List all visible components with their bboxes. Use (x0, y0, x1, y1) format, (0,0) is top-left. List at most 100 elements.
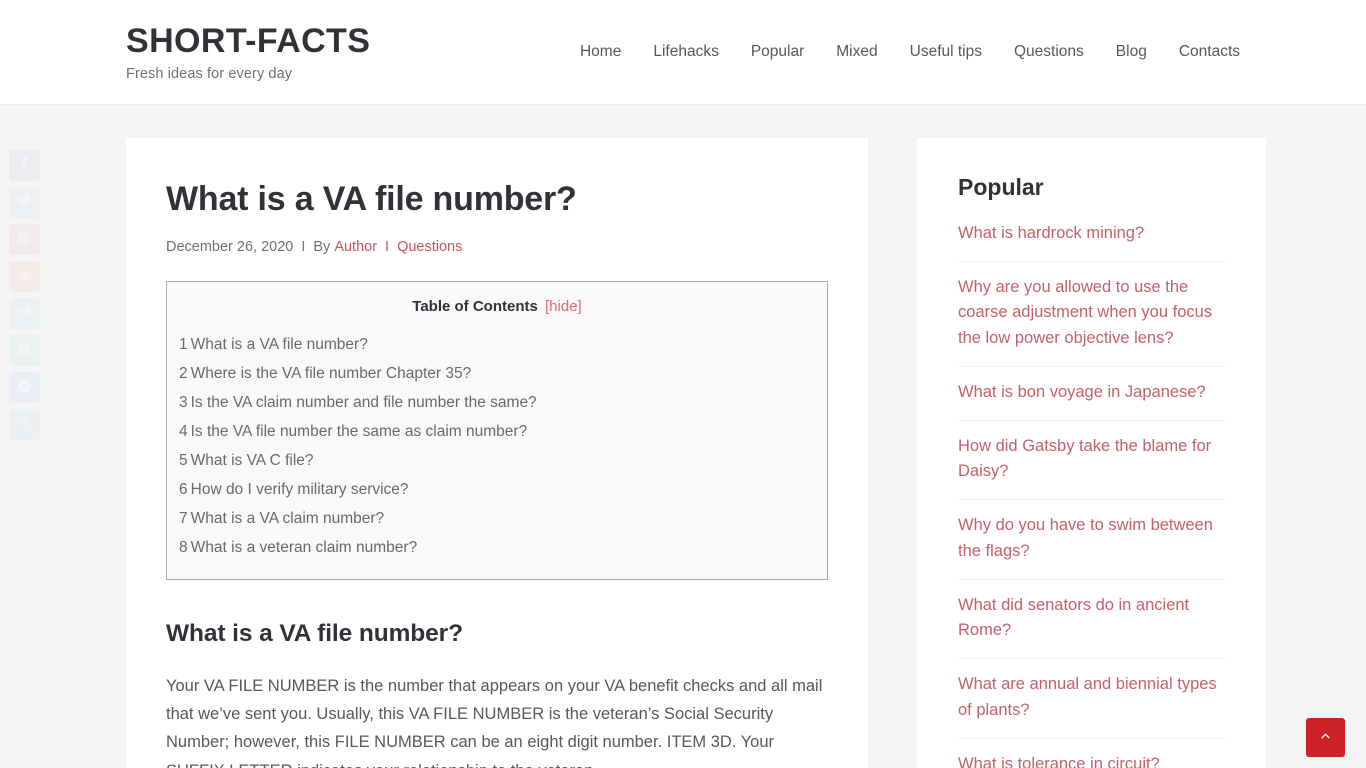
share-more-button[interactable] (9, 409, 40, 440)
toc-link[interactable]: 2 Where is the VA file number Chapter 35? (179, 365, 471, 382)
nav-link-home[interactable]: Home (564, 35, 637, 69)
twitter-icon (17, 193, 32, 213)
toc-item[interactable]: 5 What is VA C file? (179, 451, 815, 471)
toc-item-number: 4 (179, 422, 188, 440)
toc-item-number: 1 (179, 335, 188, 353)
author-link[interactable]: Author (334, 239, 377, 255)
toc-item-number: 3 (179, 393, 188, 411)
toc-item-label: What is a veteran claim number? (190, 539, 418, 557)
toc-link[interactable]: 5 What is VA C file? (179, 452, 314, 469)
toc-link[interactable]: 4 Is the VA file number the same as claim… (179, 423, 527, 440)
toc-link[interactable]: 1 What is a VA file number? (179, 336, 368, 353)
toc-link[interactable]: 8 What is a veteran claim number? (179, 539, 417, 556)
category-link[interactable]: Questions (397, 239, 462, 255)
toc-item-label: Is the VA claim number and file number t… (190, 393, 537, 411)
messenger-icon (17, 378, 32, 398)
toc-title: Table of Contents [hide] (179, 298, 815, 315)
primary-navigation[interactable]: Home Lifehacks Popular Mixed Useful tips… (564, 35, 1240, 69)
toc-link[interactable]: 6 How do I verify military service? (179, 481, 409, 498)
share-pinterest-button[interactable] (9, 224, 40, 255)
nav-link-mixed[interactable]: Mixed (820, 35, 893, 69)
list-item[interactable]: How did Gatsby take the blame for Daisy? (958, 434, 1225, 501)
nav-item-contacts[interactable]: Contacts (1163, 35, 1240, 69)
article-paragraph: Your VA FILE NUMBER is the number that a… (166, 676, 823, 768)
toc-item-number: 2 (179, 364, 188, 382)
toc-link[interactable]: 7 What is a VA claim number? (179, 510, 384, 527)
nav-link-useful-tips[interactable]: Useful tips (894, 35, 998, 69)
toc-item-label: What is a VA claim number? (190, 510, 385, 528)
list-item[interactable]: What is tolerance in circuit? (958, 752, 1225, 768)
page-wrapper: What is a VA file number? December 26, 2… (113, 105, 1266, 768)
toc-item[interactable]: 6 How do I verify military service? (179, 480, 815, 500)
popular-link[interactable]: How did Gatsby take the blame for Daisy? (958, 434, 1225, 485)
share-twitter-button[interactable] (9, 187, 40, 218)
nav-item-home[interactable]: Home (564, 35, 637, 69)
toc-item-label: How do I verify military service? (190, 481, 409, 499)
toc-item[interactable]: 1 What is a VA file number? (179, 335, 815, 355)
whatsapp-icon (17, 341, 32, 361)
social-share-rail (9, 150, 40, 440)
popular-widget-title: Popular (958, 174, 1044, 200)
list-item[interactable]: What is bon voyage in Japanese? (958, 380, 1225, 421)
telegram-icon (17, 304, 32, 324)
share-messenger-button[interactable] (9, 372, 40, 403)
list-item[interactable]: Why are you allowed to use the coarse ad… (958, 275, 1225, 367)
nav-list: Home Lifehacks Popular Mixed Useful tips… (564, 35, 1240, 69)
toc-item[interactable]: 2 Where is the VA file number Chapter 35? (179, 364, 815, 384)
popular-link[interactable]: What is tolerance in circuit? (958, 752, 1225, 768)
nav-link-questions[interactable]: Questions (998, 35, 1100, 69)
toc-item-label: What is VA C file? (190, 452, 314, 470)
list-item[interactable]: What is hardrock mining? (958, 221, 1225, 262)
toc-hide-toggle[interactable]: [hide] (545, 298, 582, 315)
table-of-contents: Table of Contents [hide] 1 What is a VA f… (166, 280, 828, 580)
popular-link[interactable]: What is hardrock mining? (958, 221, 1225, 247)
chevron-up-icon (1319, 730, 1332, 746)
toc-item-label: What is a VA file number? (190, 335, 368, 353)
popular-link[interactable]: What are annual and biennial types of pl… (958, 672, 1225, 723)
popular-link[interactable]: What is bon voyage in Japanese? (958, 380, 1225, 406)
meta-separator-1: I (301, 238, 306, 255)
popular-link[interactable]: Why are you allowed to use the coarse ad… (958, 275, 1225, 352)
list-item[interactable]: Why do you have to swim between the flag… (958, 513, 1225, 580)
scroll-to-top-button[interactable] (1306, 718, 1345, 757)
reddit-icon (17, 267, 32, 287)
page-viewport: SHORT-FACTS Fresh ideas for every day Ho… (0, 0, 1366, 768)
toc-item[interactable]: 3 Is the VA claim number and file number … (179, 393, 815, 413)
toc-item-number: 6 (179, 481, 188, 499)
toc-list: 1 What is a VA file number? 2 Where is the… (179, 335, 815, 559)
entry-meta: December 26, 2020 I By Author I Question… (166, 239, 828, 255)
section-heading: What is a VA file number? (166, 619, 463, 647)
post-date: December 26, 2020 (166, 238, 294, 255)
toc-link[interactable]: 3 Is the VA claim number and file number … (179, 394, 537, 411)
nav-link-popular[interactable]: Popular (735, 35, 820, 69)
nav-link-contacts[interactable]: Contacts (1163, 35, 1240, 69)
popular-link[interactable]: What did senators do in ancient Rome? (958, 593, 1225, 644)
nav-link-blog[interactable]: Blog (1100, 35, 1163, 69)
list-item[interactable]: What are annual and biennial types of pl… (958, 672, 1225, 739)
share-whatsapp-button[interactable] (9, 335, 40, 366)
share-telegram-button[interactable] (9, 298, 40, 329)
nav-item-mixed[interactable]: Mixed (820, 35, 893, 69)
facebook-icon (17, 156, 32, 176)
site-tagline: Fresh ideas for every day (126, 66, 293, 83)
sidebar: Popular What is hardrock mining? Why are… (917, 138, 1266, 768)
nav-item-useful-tips[interactable]: Useful tips (894, 35, 998, 69)
toc-item-label: Where is the VA file number Chapter 35? (190, 364, 472, 382)
nav-item-lifehacks[interactable]: Lifehacks (637, 35, 734, 69)
toc-item[interactable]: 7 What is a VA claim number? (179, 509, 815, 529)
toc-item[interactable]: 8 What is a veteran claim number? (179, 538, 815, 558)
popular-posts-list: What is hardrock mining? Why are you all… (958, 221, 1225, 768)
site-title[interactable]: SHORT-FACTS (126, 22, 370, 61)
list-item[interactable]: What did senators do in ancient Rome? (958, 593, 1225, 660)
nav-item-questions[interactable]: Questions (998, 35, 1100, 69)
nav-item-popular[interactable]: Popular (735, 35, 820, 69)
popular-link[interactable]: Why do you have to swim between the flag… (958, 513, 1225, 564)
nav-item-blog[interactable]: Blog (1100, 35, 1163, 69)
share-facebook-button[interactable] (9, 150, 40, 181)
meta-separator-2: I (385, 238, 390, 255)
nav-link-lifehacks[interactable]: Lifehacks (637, 35, 734, 69)
toc-item[interactable]: 4 Is the VA file number the same as claim… (179, 422, 815, 442)
share-reddit-button[interactable] (9, 261, 40, 292)
site-branding[interactable]: SHORT-FACTS Fresh ideas for every day (126, 22, 370, 82)
byline-label: By (313, 238, 331, 255)
